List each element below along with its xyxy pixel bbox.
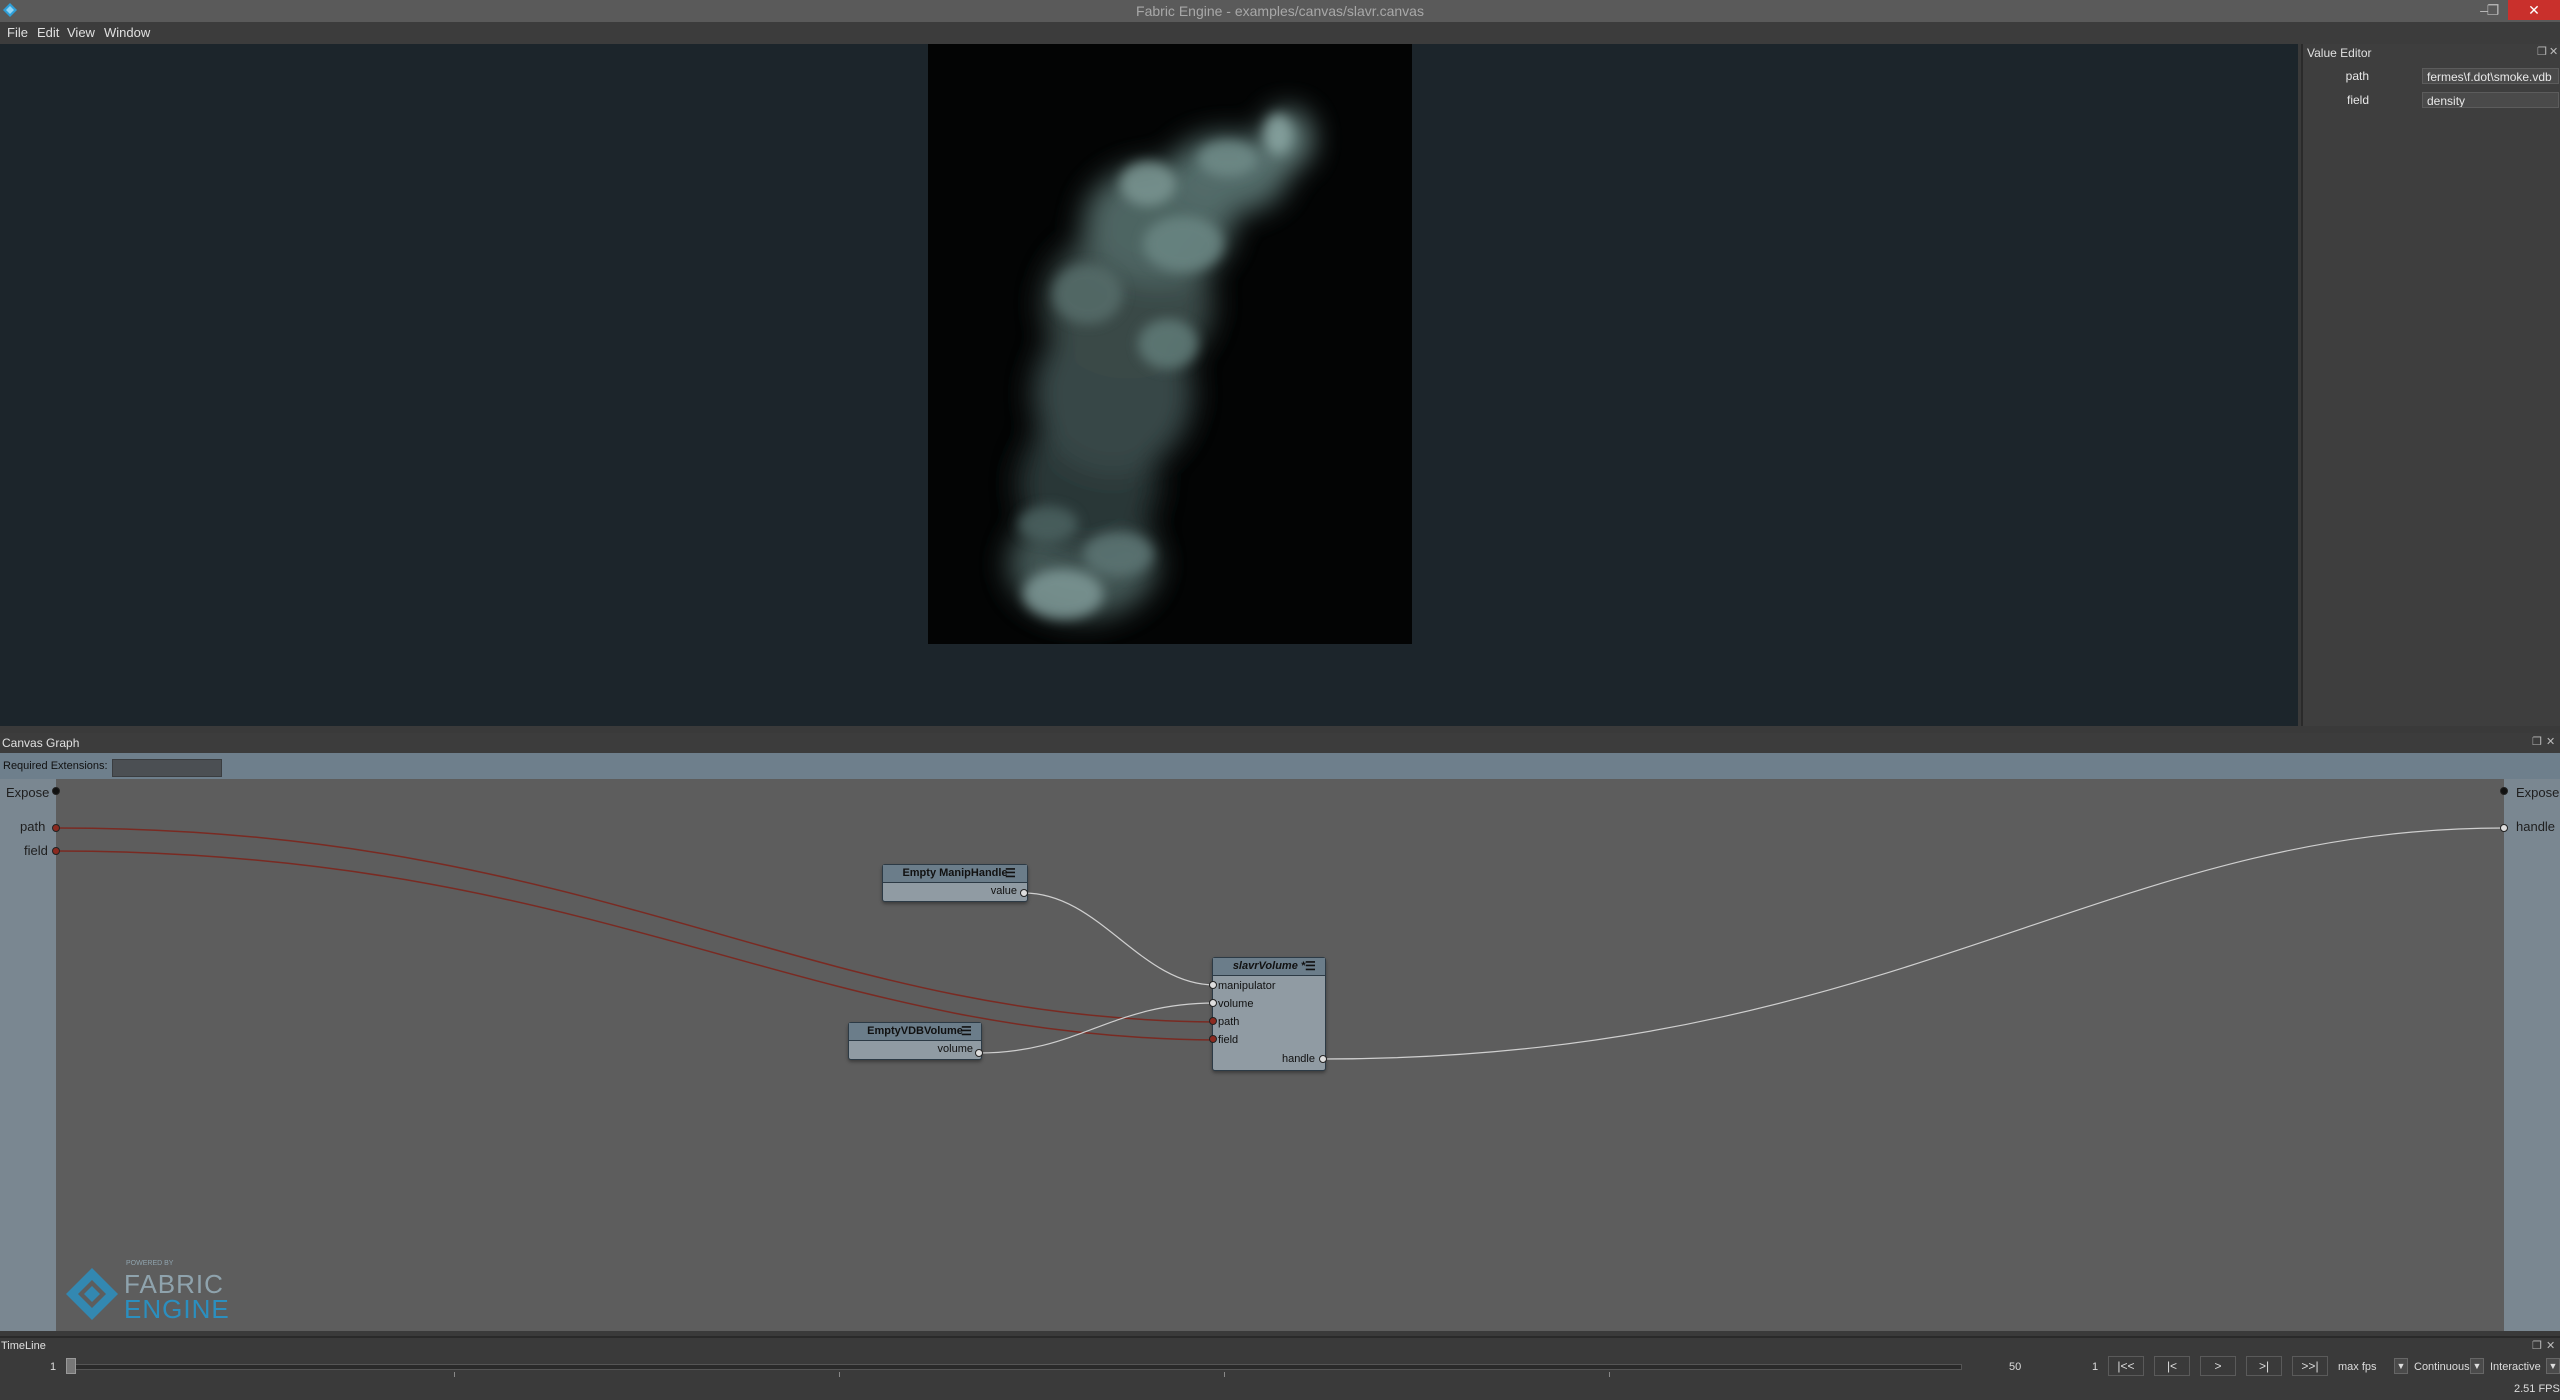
node-emptyvdbvolume[interactable]: EmptyVDBVolume ☰ volume [848,1022,982,1060]
field-label: field [2346,93,2369,107]
graph-float-icon[interactable]: ❐ [2532,735,2542,748]
float-icon[interactable]: ❐ [2537,45,2547,58]
canvas-graph-title: Canvas Graph [2,736,80,750]
node-empty-maniphandle[interactable]: Empty ManipHandle ☰ value [882,864,1028,902]
port-field-label: field [1218,1034,1239,1046]
required-extensions-input[interactable] [112,759,222,777]
step-back-button[interactable]: |< [2154,1356,2190,1376]
go-to-start-button[interactable]: |<< [2108,1356,2144,1376]
port-volume-in[interactable] [1209,999,1217,1007]
graph-close-icon[interactable]: ✕ [2546,735,2555,748]
fps-dropdown-chevron-icon[interactable]: ▼ [2394,1358,2408,1374]
right-expose-port[interactable] [2500,787,2508,795]
timeline-float-icon[interactable]: ❐ [2532,1339,2542,1352]
maximize-button[interactable]: ❐ [2478,0,2508,20]
port-path-in[interactable] [1209,1017,1217,1025]
timeline-tick [1609,1372,1610,1377]
value-editor-panel: Value Editor ❐ ✕ path fermes\f.dot\smoke… [2301,44,2560,726]
port-field-in[interactable] [1209,1035,1217,1043]
left-field-port[interactable] [52,847,60,855]
port-handle-label: handle [1281,1053,1315,1065]
extensions-bar: Required Extensions: [0,753,2560,779]
close-button[interactable]: ✕ [2508,0,2560,20]
timeline-tick [839,1372,840,1377]
menu-bar: File Edit View Window [0,22,2560,44]
wire-field [55,850,1216,1041]
mode-dropdown-chevron-icon[interactable]: ▼ [2546,1358,2560,1374]
field-field[interactable]: density [2422,92,2559,108]
fabric-engine-logo: POWERED BY FABRIC ENGINE [66,1258,229,1326]
fabric-diamond-icon [66,1268,118,1320]
port-value-label: value [990,885,1017,897]
menu-window[interactable]: Window [104,25,150,40]
window-title: Fabric Engine - examples/canvas/slavr.ca… [1136,3,1424,19]
wire-volume [978,1002,1216,1054]
value-editor-title: Value Editor [2307,46,2372,60]
left-expose-port[interactable] [52,787,60,795]
playback-dropdown-chevron-icon[interactable]: ▼ [2470,1358,2484,1374]
port-volume-out[interactable] [975,1049,983,1057]
panel-close-icon[interactable]: ✕ [2549,45,2558,58]
step-forward-button[interactable]: >| [2246,1356,2282,1376]
right-handle-port[interactable] [2500,824,2508,832]
timeline-current-frame[interactable]: 1 [2092,1361,2098,1373]
port-manipulator-in[interactable] [1209,981,1217,989]
port-value-out[interactable] [1020,889,1028,897]
timeline-tick [1224,1372,1225,1377]
fps-readout: 2.51 FPS [2514,1383,2560,1395]
render-view [928,44,1412,644]
logo-line2: ENGINE [124,1294,230,1324]
canvas-graph-header: Canvas Graph ❐ ✕ [0,733,2560,753]
path-field[interactable]: fermes\f.dot\smoke.vdb [2422,68,2559,84]
wire-manip [1023,892,1216,986]
path-label: path [2345,69,2369,83]
powered-by-text: POWERED BY [126,1260,174,1267]
timeline-close-icon[interactable]: ✕ [2546,1339,2555,1352]
timeline-start-frame[interactable]: 1 [50,1361,56,1373]
wire-handle [1321,827,2505,1060]
port-handle-out[interactable] [1319,1055,1327,1063]
node-menu-icon[interactable]: ☰ [961,1024,972,1038]
timeline-slider-track[interactable] [66,1364,1962,1370]
title-bar: Fabric Engine - examples/canvas/slavr.ca… [0,0,2560,22]
required-extensions-label: Required Extensions: [3,760,108,772]
left-path-port[interactable] [52,824,60,832]
timeline-tick [454,1372,455,1377]
port-volume-label: volume [937,1043,973,1055]
menu-view[interactable]: View [67,25,95,40]
timeline-end-frame[interactable]: 50 [2009,1361,2021,1373]
menu-edit[interactable]: Edit [37,25,59,40]
node-menu-icon[interactable]: ☰ [1005,866,1016,880]
menu-file[interactable]: File [7,25,28,40]
fps-mode-select[interactable]: max fps [2338,1361,2377,1373]
go-to-end-button[interactable]: >>| [2292,1356,2328,1376]
timeline-slider-handle[interactable] [66,1358,76,1374]
port-path-label: path [1218,1016,1240,1028]
node-slavrvolume[interactable]: slavrVolume * ☰ manipulator volume path … [1212,957,1326,1071]
play-button[interactable]: > [2200,1356,2236,1376]
timeline-title: TimeLine [1,1340,46,1352]
port-manipulator-label: manipulator [1218,980,1276,992]
port-volume-in-label: volume [1218,998,1254,1010]
node-menu-icon[interactable]: ☰ [1305,959,1316,973]
playback-select[interactable]: Continuous [2414,1361,2470,1373]
smoke-volume-image [1008,109,1313,619]
mode-select[interactable]: Interactive [2490,1361,2541,1373]
